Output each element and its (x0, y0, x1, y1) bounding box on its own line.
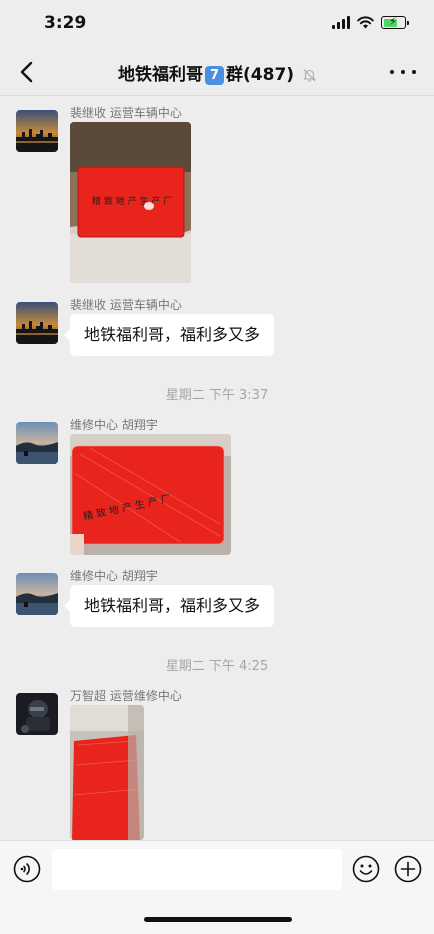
sender-name: 裴继收 运营车辆中心 (70, 106, 182, 120)
sender-name: 万智超 运营维修中心 (70, 689, 182, 703)
time-divider: 星期二 下午 4:25 (165, 659, 269, 674)
message-bubble[interactable]: 地铁福利哥，福利多又多 (63, 585, 275, 627)
member-count: 群(487) (226, 65, 295, 85)
mute-bell-icon (303, 69, 316, 82)
status-bar: 3:29 ⚡ (0, 0, 434, 48)
more-dot-icon (390, 70, 394, 74)
message-input-bar (0, 840, 434, 934)
svg-text:精 致 地 产 生 产 厂: 精 致 地 产 生 产 厂 (92, 195, 172, 207)
group-number-badge: 7 (205, 66, 225, 85)
chat-header: 地铁福利哥 7 群(487) (0, 48, 434, 96)
more-dot-icon (412, 70, 416, 74)
message-bubble[interactable]: 地铁福利哥，福利多又多 (63, 314, 275, 356)
time-divider: 星期二 下午 3:37 (165, 388, 269, 403)
plus-icon[interactable] (394, 855, 422, 883)
chat-title: 地铁福利哥 7 群(487) (0, 60, 434, 85)
dark-motorcycle-avatar[interactable] (16, 693, 58, 735)
status-icons: ⚡ (332, 15, 409, 29)
status-time: 3:29 (44, 13, 87, 33)
more-options-button[interactable] (390, 60, 416, 84)
gift-box-photo[interactable] (70, 705, 144, 840)
sunset-skyline-avatar[interactable] (16, 110, 58, 152)
message-text-input[interactable] (52, 849, 342, 890)
chat-title-text: 地铁福利哥 (118, 65, 204, 85)
sender-name: 维修中心 胡翔宇 (70, 418, 158, 432)
wifi-icon (357, 16, 374, 29)
wechat-group-chat-screen: 3:29 ⚡ 地铁福利哥 7 群(487) 裴继收 运营车辆中心 精 致 地 产… (0, 0, 434, 934)
sunset-skyline-avatar[interactable] (16, 302, 58, 344)
sender-name: 维修中心 胡翔宇 (70, 569, 158, 583)
lake-dusk-avatar[interactable] (16, 573, 58, 615)
home-indicator (144, 917, 292, 922)
voice-input-icon[interactable] (13, 855, 41, 883)
emoji-icon[interactable] (352, 855, 380, 883)
battery-icon: ⚡ (381, 15, 409, 29)
more-dot-icon (401, 70, 405, 74)
gift-box-photo[interactable]: 精 致 地 产 生 产 厂 (70, 122, 191, 283)
sender-name: 裴继收 运营车辆中心 (70, 298, 182, 312)
cellular-signal-icon (332, 16, 350, 29)
gift-box-photo[interactable]: 精 致 地 产 生 产 厂 (70, 434, 231, 555)
lake-dusk-avatar[interactable] (16, 422, 58, 464)
